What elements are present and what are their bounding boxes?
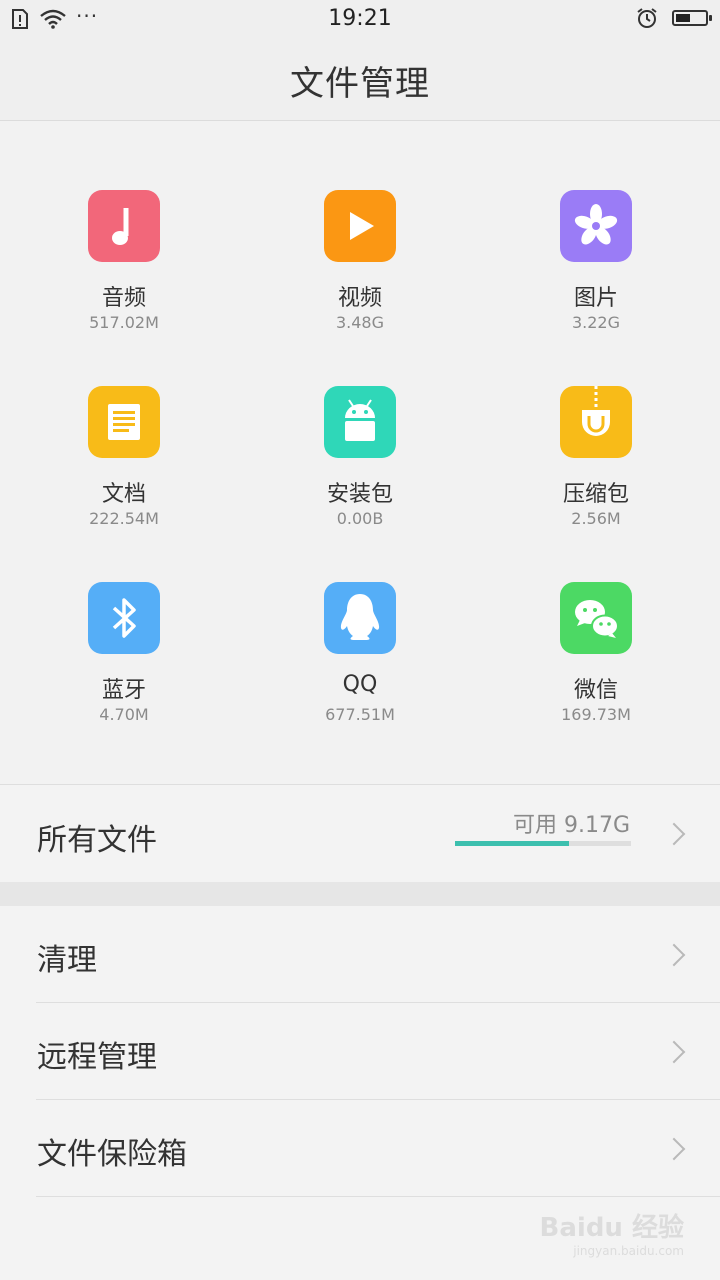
category-name: 视频 (337, 286, 382, 311)
chevron-right-icon (662, 943, 686, 967)
category-name: 音频 (101, 286, 146, 311)
category-size: 222.54M (89, 509, 159, 528)
category-grid: 音频 517.02M 视频 3.48G 图片 3.22G 文档 222.54M … (0, 121, 720, 784)
chevron-right-icon (662, 1137, 686, 1161)
menu-item-label: 文件保险箱 (37, 1137, 187, 1172)
category-size: 677.51M (325, 705, 395, 724)
page-title: 文件管理 (290, 64, 430, 104)
category-name: 蓝牙 (101, 678, 146, 703)
play-icon (324, 190, 396, 262)
qq-penguin-icon (324, 582, 396, 654)
flower-icon (560, 190, 632, 262)
storage-usage-fill (455, 841, 570, 846)
zip-icon (560, 386, 632, 458)
category-apk[interactable]: 安装包 0.00B (242, 386, 478, 566)
category-size: 3.48G (335, 313, 385, 332)
category-size: 3.22G (571, 313, 621, 332)
alarm-icon (637, 8, 657, 28)
watermark-site: jingyan.baidu.com (573, 1244, 684, 1258)
category-size: 169.73M (561, 705, 631, 724)
menu-item-remote-management[interactable]: 远程管理 (0, 1003, 720, 1100)
category-wechat[interactable]: 微信 169.73M (478, 582, 714, 762)
app-header: 文件管理 (0, 38, 720, 121)
category-audio[interactable]: 音频 517.02M (6, 190, 242, 370)
category-name: 文档 (101, 482, 146, 507)
all-files-label: 所有文件 (37, 823, 157, 858)
category-size: 4.70M (99, 705, 149, 724)
category-documents[interactable]: 文档 222.54M (6, 386, 242, 566)
category-video[interactable]: 视频 3.48G (242, 190, 478, 370)
android-icon (324, 386, 396, 458)
chevron-right-icon (662, 1040, 686, 1064)
category-size: 2.56M (571, 509, 621, 528)
watermark-brand: Baidu 经验 (539, 1213, 684, 1243)
menu-item-file-safe[interactable]: 文件保险箱 (0, 1100, 720, 1197)
category-name: 安装包 (326, 482, 393, 507)
category-images[interactable]: 图片 3.22G (478, 190, 714, 370)
category-size: 0.00B (336, 509, 384, 528)
status-bar: ··· 19:21 (0, 0, 720, 38)
menu-item-label: 清理 (37, 943, 97, 978)
category-name: 微信 (573, 678, 618, 703)
all-files-row[interactable]: 所有文件 可用 9.17G (0, 784, 720, 883)
category-name: 压缩包 (562, 482, 629, 507)
category-size: 517.02M (89, 313, 159, 332)
status-time: 19:21 (328, 6, 392, 31)
menu-item-clean[interactable]: 清理 (0, 906, 720, 1003)
divider (36, 1196, 720, 1197)
category-archives[interactable]: 压缩包 2.56M (478, 386, 714, 566)
category-qq[interactable]: QQ 677.51M (242, 582, 478, 762)
status-right (636, 7, 712, 29)
baidu-watermark: Baidu 经验 jingyan.baidu.com (540, 1207, 684, 1258)
document-icon (88, 386, 160, 458)
music-note-icon (88, 190, 160, 262)
category-name: QQ (342, 672, 378, 697)
category-name: 图片 (573, 286, 618, 311)
chevron-right-icon (662, 822, 686, 846)
bluetooth-icon (88, 582, 160, 654)
category-bluetooth[interactable]: 蓝牙 4.70M (6, 582, 242, 762)
wechat-icon (560, 582, 632, 654)
available-storage: 可用 9.17G (512, 813, 630, 838)
storage-usage-bar (455, 841, 631, 846)
section-separator (0, 882, 720, 906)
battery-icon (672, 10, 712, 26)
menu-item-label: 远程管理 (37, 1040, 157, 1075)
